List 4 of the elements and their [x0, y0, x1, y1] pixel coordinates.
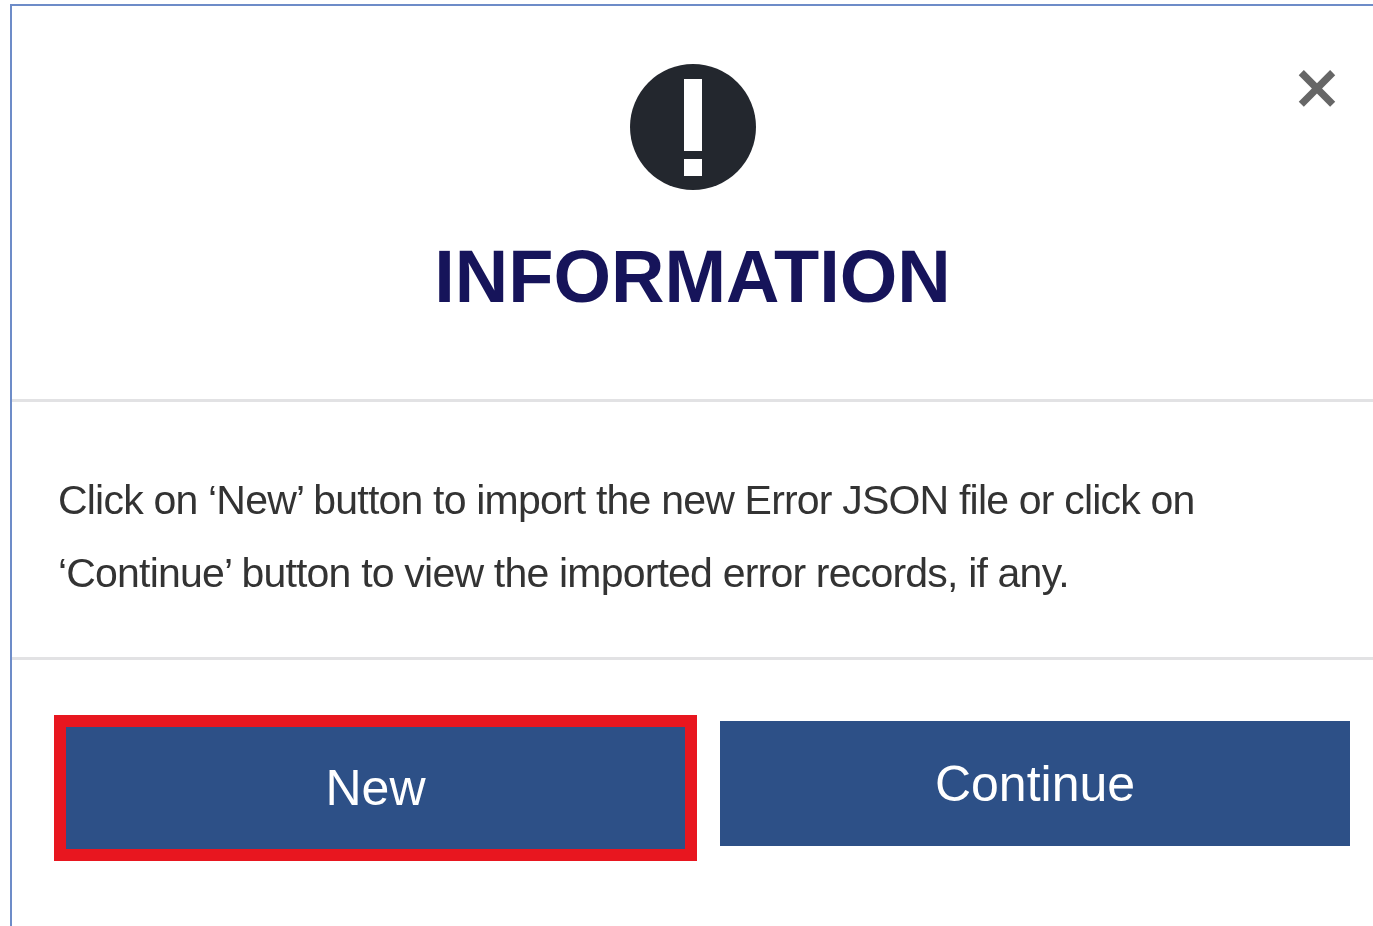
dialog-title: INFORMATION [434, 240, 951, 314]
message-text: Click on ‘New’ button to import the new Error JSON file or click on ‘Continue’ button to view the imported error records, if any. [58, 476, 1196, 598]
close-button[interactable]: × [1287, 56, 1347, 118]
continue-button[interactable]: Continue [720, 721, 1350, 846]
